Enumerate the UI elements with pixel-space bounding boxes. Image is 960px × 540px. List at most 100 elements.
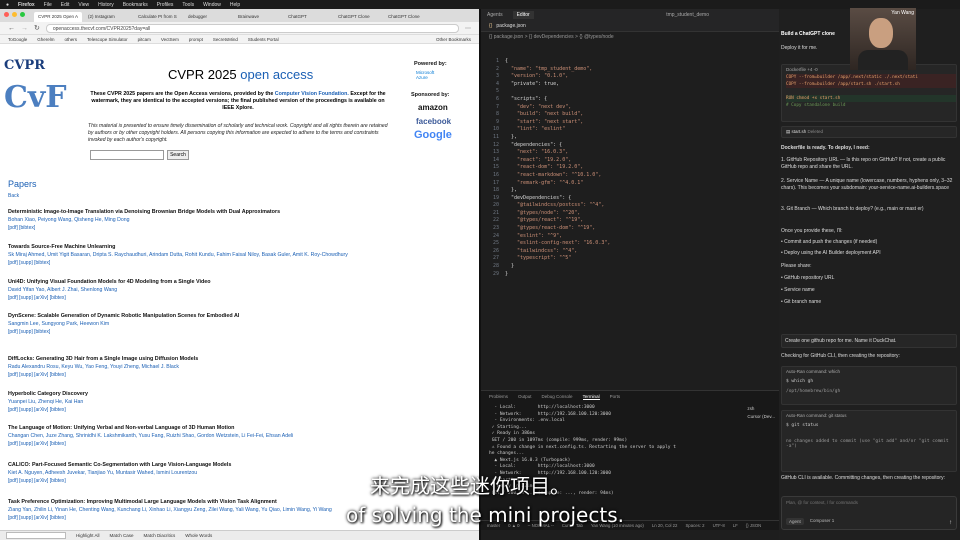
highlight-all-checkbox[interactable]: Highlight All (76, 533, 100, 538)
whole-words-checkbox[interactable]: Whole Words (185, 533, 212, 538)
tab-ports[interactable]: Ports (610, 394, 621, 399)
indentation[interactable]: Spaces: 2 (685, 523, 704, 528)
menu-item-view[interactable]: View (78, 2, 89, 8)
find-input[interactable] (6, 532, 66, 539)
bookmark-item[interactable]: ToGoogle (8, 37, 27, 42)
agent-chat-panel: Build a ChatGPT clone Deploy it for me. … (779, 9, 960, 540)
terminal-item-zsh[interactable]: zsh (747, 405, 775, 413)
back-arrow-icon[interactable]: ← (8, 25, 15, 32)
menu-item-help[interactable]: Help (230, 2, 240, 8)
search-button[interactable]: Search (167, 150, 189, 160)
zoom-window-button[interactable] (20, 12, 25, 17)
paper-title[interactable]: Deterministic Image-to-Image Translation… (8, 209, 468, 215)
bookmark-item[interactable]: Students Portal (248, 37, 279, 42)
browser-tab[interactable]: debugger (184, 12, 232, 22)
tab-agents[interactable]: Agents (487, 12, 503, 18)
bookmark-item[interactable]: Other Bookmarks (436, 37, 471, 42)
paper-title[interactable]: Hyperbolic Category Discovery (8, 391, 468, 397)
menu-item-history[interactable]: History (98, 2, 114, 8)
line-ending[interactable]: LF (733, 523, 738, 528)
paper-authors[interactable]: Bohan Xiao, Peiyong Wang, Qisheng He, Mi… (8, 217, 468, 223)
command-card-which[interactable]: Auto-Ran command: which $ which gh /opt/… (781, 366, 957, 405)
workspace-name[interactable]: tmp_student_demo (666, 12, 709, 18)
menu-item-bookmarks[interactable]: Bookmarks (123, 2, 148, 8)
command-card-git-status[interactable]: Auto-Ran command: git status $ git statu… (781, 410, 957, 472)
tab-output[interactable]: Output (518, 394, 532, 399)
paper-title[interactable]: CALICO: Part-Focused Semantic Co-Segment… (8, 462, 468, 468)
azure-logo[interactable]: Microsoft Azure (416, 70, 440, 80)
match-diacritics-checkbox[interactable]: Match Diacritics (144, 533, 176, 538)
tab-problems[interactable]: Problems (489, 394, 508, 399)
paper-authors[interactable]: Sk Miraj Ahmed, Umit Yigit Basaran, Drip… (8, 252, 468, 258)
menu-item-file[interactable]: File (44, 2, 52, 8)
paper-links[interactable]: [pdf] [supp] [bibtex] (8, 260, 468, 266)
cvf-link[interactable]: Computer Vision Foundation. (275, 91, 349, 97)
paper-links[interactable]: [pdf] [supp] [arXiv] [bibtex] (8, 441, 468, 447)
address-bar[interactable]: openaccess.thecvf.com/CVPR2025?day=all (45, 23, 459, 33)
tab-terminal[interactable]: Terminal (582, 394, 600, 400)
bookmark-item[interactable]: Telescope Simulator (87, 37, 128, 42)
encoding[interactable]: UTF-8 (713, 523, 725, 528)
menu-item-window[interactable]: Window (203, 2, 221, 8)
tab-debug-console[interactable]: Debug Console (542, 394, 573, 399)
bookmark-item[interactable]: Gherelm (37, 37, 54, 42)
bookmark-item[interactable]: others (65, 37, 78, 42)
close-window-button[interactable] (4, 12, 9, 17)
reload-icon[interactable]: ↻ (34, 24, 40, 32)
dockerfile-diff-card[interactable]: Dockerfile +4 -0 COPY --from=builder /ap… (781, 64, 957, 122)
google-logo[interactable]: Google (414, 129, 452, 141)
browser-tab[interactable]: (2) Instagram (84, 12, 132, 22)
browser-tab[interactable]: CVPR 2025 Open A (34, 12, 82, 22)
bookmark-item[interactable]: VectSem (161, 37, 179, 42)
extensions-icon[interactable]: ⋯ (465, 25, 471, 32)
paper-title[interactable]: The Language of Motion: Unifying Verbal … (8, 425, 468, 431)
code-area[interactable]: 1{2 "name": "tmp_student_demo", 3 "versio… (481, 58, 779, 278)
paper-title[interactable]: Uni4D: Unifying Visual Foundation Models… (8, 279, 468, 285)
menu-item-tools[interactable]: Tools (182, 2, 194, 8)
menu-item-app[interactable]: Firefox (18, 2, 35, 8)
bookmark-item[interactable]: prompt (189, 37, 203, 42)
paper-authors[interactable]: Yuanpei Liu, Zhenqi He, Kai Han (8, 399, 468, 405)
deploy-requirement: 1. GitHub Repository URL — Is this repo … (781, 157, 946, 170)
start-sh-card[interactable]: ▤ start.sh Deleted (781, 126, 957, 138)
paper-title[interactable]: DiffLocks: Generating 3D Hair from a Sin… (8, 356, 468, 362)
match-case-checkbox[interactable]: Match Case (110, 533, 134, 538)
file-tab-package-json[interactable]: {} package.json (481, 21, 779, 32)
paper-title[interactable]: DynScene: Scalable Generation of Dynamic… (8, 313, 468, 319)
paper-links[interactable]: [pdf] [supp] [bibtex] (8, 329, 468, 335)
forward-arrow-icon[interactable]: → (21, 25, 28, 32)
facebook-logo[interactable]: facebook (416, 117, 451, 126)
bookmark-item[interactable]: pitcam (138, 37, 151, 42)
language-mode[interactable]: {} JSON (746, 523, 762, 528)
model-dropdown[interactable]: Composer 1 (810, 518, 835, 525)
paper-authors[interactable]: Changan Chen, Juze Zhang, Shrinidhi K. L… (8, 433, 468, 439)
send-icon[interactable]: ↑ (949, 520, 952, 526)
agent-mode-dropdown[interactable]: Agent (786, 518, 804, 525)
search-input[interactable] (90, 150, 164, 160)
chat-input[interactable]: Plan, @ for context, / for commands Agen… (781, 496, 957, 530)
paper-authors[interactable]: David Yifan Yao, Albert J. Zhai, Shenlon… (8, 287, 468, 293)
paper-links[interactable]: [pdf] [bibtex] (8, 225, 468, 231)
minimize-window-button[interactable] (12, 12, 17, 17)
cvpr-logo[interactable]: CVPR (4, 58, 45, 73)
browser-tab[interactable]: ChatGPT Clone (334, 12, 382, 22)
paper-authors[interactable]: Radu Alexandru Rosu, Keyu Wu, Yao Feng, … (8, 364, 468, 370)
paper-links[interactable]: [pdf] [supp] [arXiv] [bibtex] (8, 407, 468, 413)
cursor-position[interactable]: Ln 20, Col 22 (652, 523, 678, 528)
browser-tab[interactable]: Brainwave (234, 12, 282, 22)
browser-tab[interactable]: Calculate PI from S (134, 12, 182, 22)
amazon-logo[interactable]: amazon (418, 103, 448, 112)
back-link[interactable]: Back (8, 193, 19, 199)
terminal-item-cursor[interactable]: Cursor (Dev... (747, 413, 775, 421)
menu-item-edit[interactable]: Edit (61, 2, 70, 8)
paper-links[interactable]: [pdf] [supp] [arXiv] [bibtex] (8, 372, 468, 378)
browser-tab[interactable]: ChatGPT Clone (384, 12, 432, 22)
paper-authors[interactable]: Sangmin Lee, Sungyong Park, Heewon Kim (8, 321, 468, 327)
apple-icon[interactable]: ● (6, 2, 9, 8)
tab-editor[interactable]: Editor (512, 11, 534, 19)
paper-links[interactable]: [pdf] [supp] [arXiv] [bibtex] (8, 295, 468, 301)
bookmark-item[interactable]: SecretsMind (213, 37, 238, 42)
menu-item-profiles[interactable]: Profiles (157, 2, 174, 8)
paper-title[interactable]: Towards Source-Free Machine Unlearning (8, 244, 468, 250)
browser-tab[interactable]: ChatGPT (284, 12, 332, 22)
